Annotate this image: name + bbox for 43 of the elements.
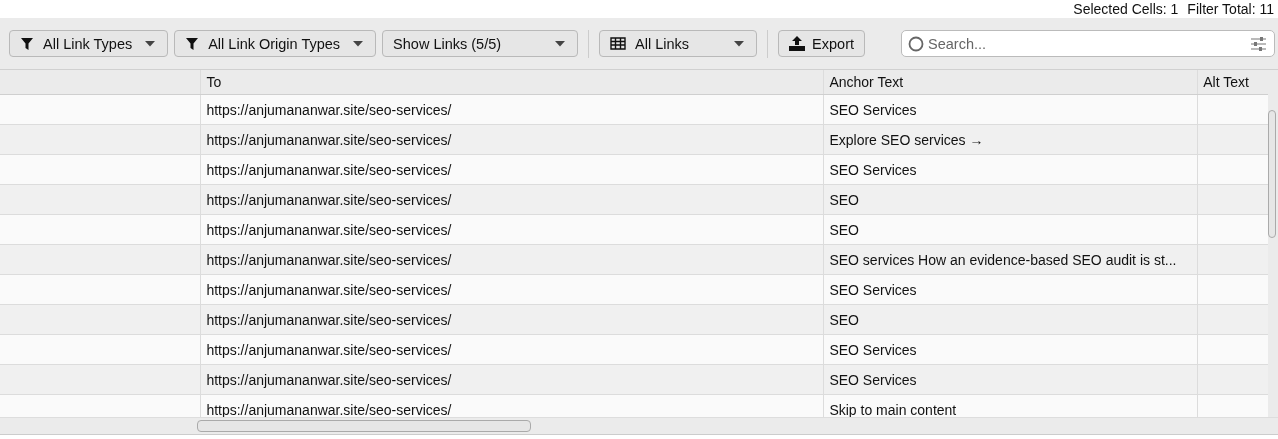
caret-icon: [353, 40, 364, 47]
dropdown[interactable]: All Links: [599, 30, 758, 57]
upload-icon: [789, 36, 806, 51]
horizontal-scrollbar[interactable]: [0, 417, 1278, 435]
table-cell: https://anjumananwar.site/seo-services/: [201, 335, 825, 364]
table-cell: SEO: [824, 185, 1199, 214]
table-cell: Explore SEO services →: [824, 125, 1199, 154]
dropdown[interactable]: All Link Types: [9, 30, 169, 57]
dropdown[interactable]: Show Links (5/5): [382, 30, 579, 57]
table-cell: SEO Services: [824, 335, 1199, 364]
export-button[interactable]: Export: [778, 30, 866, 57]
table-cell: https://anjumananwar.site/seo-services/: [201, 125, 825, 154]
table-cell: https://anjumananwar.site/seo-services/: [201, 215, 825, 244]
dropdown[interactable]: All Link Origin Types: [174, 30, 377, 57]
column-header[interactable]: Alt Text: [1198, 70, 1268, 94]
table-cell: SEO: [824, 305, 1199, 334]
settings-icon[interactable]: [1251, 36, 1267, 51]
table-cell: SEO Services: [824, 275, 1199, 304]
selected-cells-count: Selected Cells: 1: [1073, 0, 1179, 18]
caret-icon: [145, 40, 156, 47]
table-cell: https://anjumananwar.site/seo-services/: [201, 365, 825, 394]
table-cell: SEO services How an evidence-based SEO audit is st...: [824, 245, 1199, 274]
table-cell: https://anjumananwar.site/seo-services/: [201, 245, 825, 274]
caret-icon: [734, 40, 745, 47]
filter-total-count: Filter Total: 11: [1187, 0, 1274, 18]
table-cell: SEO Services: [824, 95, 1199, 124]
search-icon: [908, 35, 925, 52]
table-cell: https://anjumananwar.site/seo-services/: [201, 275, 825, 304]
caret-icon: [555, 40, 566, 47]
search-field[interactable]: Search...: [901, 30, 1276, 57]
table-cell: https://anjumananwar.site/seo-services/: [201, 155, 825, 184]
column-header[interactable]: Anchor Text: [824, 70, 1199, 94]
column-header[interactable]: To: [201, 70, 825, 94]
table-cell: SEO Services: [824, 155, 1199, 184]
table-cell: SEO Services: [824, 365, 1199, 394]
filter-icon: [20, 36, 34, 51]
table-cell: https://anjumananwar.site/seo-services/: [201, 95, 825, 124]
grid-icon: [610, 37, 627, 50]
table-cell: https://anjumananwar.site/seo-services/: [201, 185, 825, 214]
table-cell: SEO: [824, 215, 1199, 244]
table-cell: https://anjumananwar.site/seo-services/: [201, 305, 825, 334]
filter-icon: [185, 36, 200, 51]
vertical-scrollbar[interactable]: [1268, 70, 1278, 417]
